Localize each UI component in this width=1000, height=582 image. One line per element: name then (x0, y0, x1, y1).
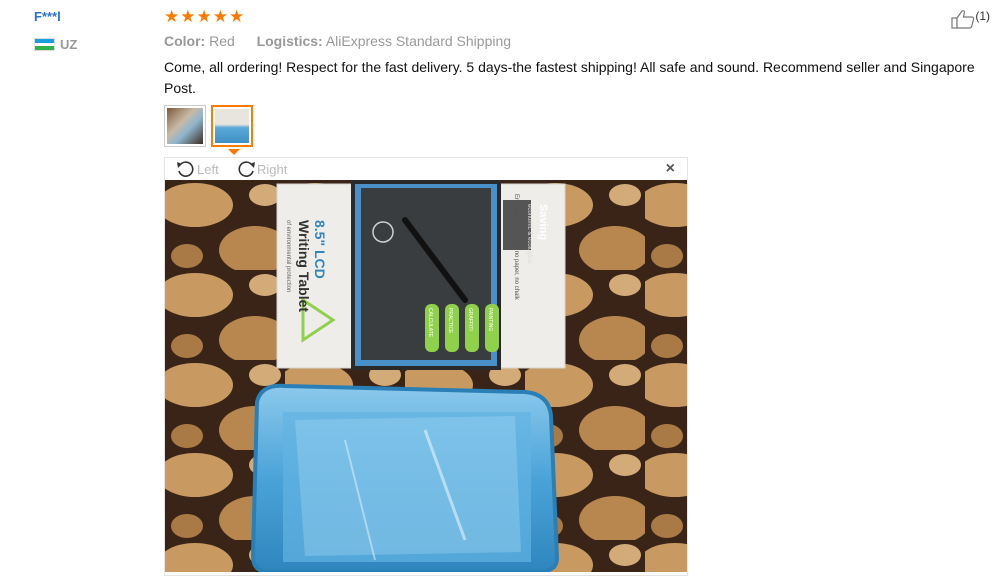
reviewer-name[interactable]: F***l (34, 9, 61, 24)
box-badge-title: Saving (537, 204, 549, 240)
reviewer-country: UZ (34, 37, 77, 52)
photo-viewer: Left Right × 8.5" LCD Writing Tablet of … (164, 157, 688, 576)
color-label: Color: (164, 33, 206, 49)
rotate-right-button[interactable]: Right (235, 160, 287, 178)
helpful-count: (1) (975, 9, 990, 23)
box-pill-4: PAINTING (487, 308, 493, 331)
review-text: Come, all ordering! Respect for the fast… (164, 59, 975, 96)
active-thumbnail-caret (228, 149, 240, 155)
color-value: Red (209, 33, 235, 49)
star-rating: ★ ★ ★ ★ ★ (164, 8, 244, 25)
rotate-right-label: Right (257, 161, 288, 177)
flag-icon (34, 38, 55, 51)
star-icon: ★ (164, 7, 180, 26)
box-size-label: 8.5" LCD (312, 220, 328, 279)
box-product-title: Writing Tablet (296, 220, 312, 312)
box-features-text: Environment-friendly no paper, no chalk (513, 194, 519, 301)
star-icon: ★ (180, 7, 196, 26)
thumbs-up-icon (951, 10, 975, 29)
box-pill-1: CALCULATE (427, 308, 433, 338)
photo-thumbnail-2[interactable] (211, 105, 253, 147)
box-tagline: of environmental protection (285, 220, 291, 292)
rotate-left-button[interactable]: Left (175, 160, 219, 178)
viewer-toolbar: Left Right × (165, 158, 687, 180)
review-photo: 8.5" LCD Writing Tablet of environmental… (165, 180, 687, 572)
product-box: 8.5" LCD Writing Tablet of environmental… (276, 180, 566, 370)
box-pill-3: GRAFFITI (467, 308, 473, 331)
country-code: UZ (60, 37, 78, 52)
close-viewer-button[interactable]: × (666, 160, 675, 178)
rotate-left-icon (177, 161, 194, 177)
helpful-button[interactable]: (1) (951, 9, 990, 29)
review-photo-image: 8.5" LCD Writing Tablet of environmental… (165, 180, 687, 572)
rotate-right-icon (238, 161, 255, 177)
star-icon: ★ (196, 7, 212, 26)
tablet-in-bag (250, 383, 560, 572)
photo-thumbnails (164, 105, 253, 147)
star-icon: ★ (229, 7, 245, 26)
order-details: Color: Red Logistics: AliExpress Standar… (164, 33, 511, 49)
logistics-value: AliExpress Standard Shipping (325, 33, 512, 49)
photo-thumbnail-1[interactable] (164, 105, 206, 147)
box-pill-2: PRACTICE (447, 308, 453, 334)
star-icon: ★ (212, 7, 228, 26)
box-badge-subtitle: economic & ecological (526, 204, 532, 264)
rotate-left-label: Left (197, 161, 219, 177)
logistics-label: Logistics: (256, 33, 323, 49)
